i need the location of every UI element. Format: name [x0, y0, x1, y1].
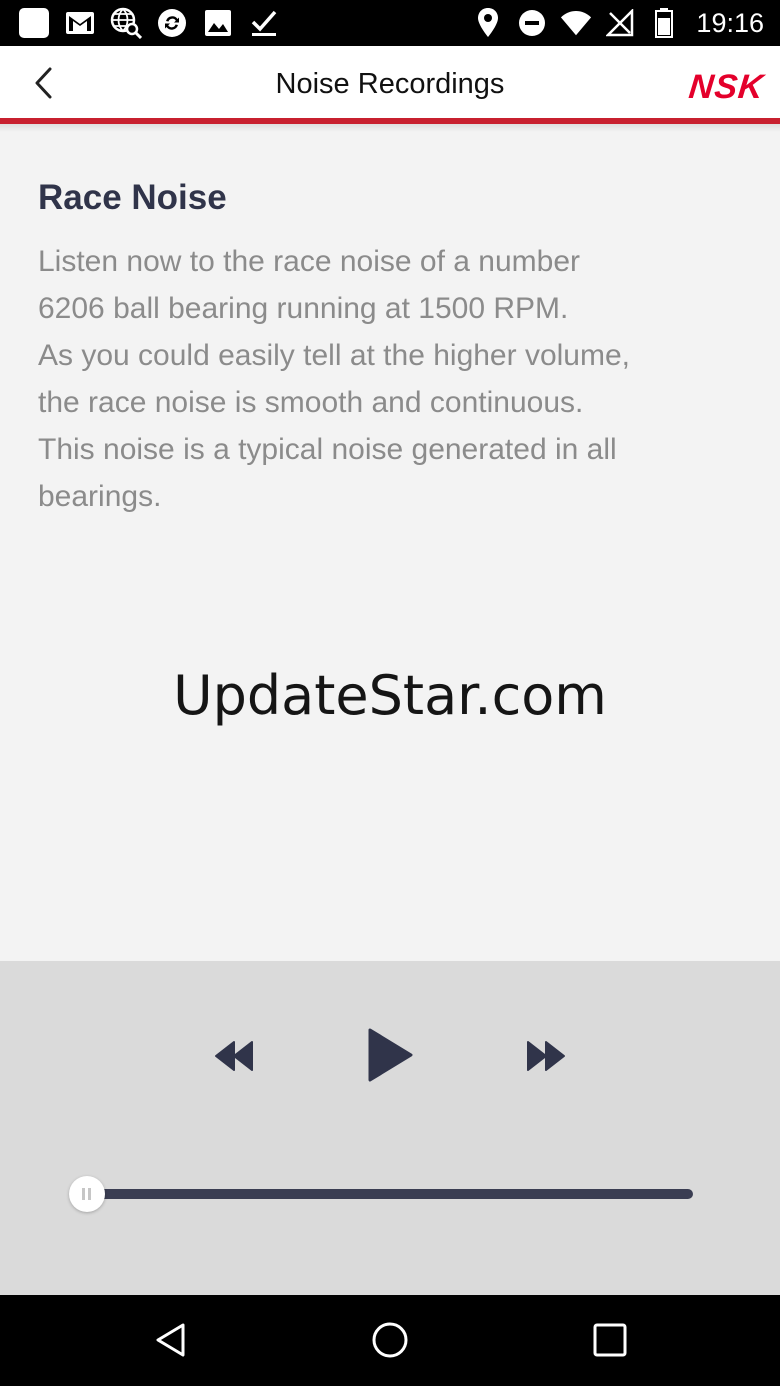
header-shadow	[0, 124, 780, 132]
no-signal-icon	[604, 7, 636, 39]
checkmark-icon	[248, 7, 280, 39]
page-title: Noise Recordings	[275, 68, 505, 100]
location-icon	[472, 7, 504, 39]
nav-home-button[interactable]	[370, 1320, 410, 1360]
system-icons: 19:16	[472, 7, 764, 39]
fast-forward-icon	[527, 1041, 565, 1071]
image-icon	[202, 7, 234, 39]
sync-icon	[156, 7, 188, 39]
status-bar: 19:16	[0, 0, 780, 46]
watermark-text: UpdateStar.com	[173, 664, 607, 727]
description-line: This noise is a typical noise generated …	[38, 433, 617, 466]
play-icon	[368, 1028, 413, 1082]
description-line: the race noise is smooth and continuous.	[38, 386, 584, 419]
rewind-icon	[215, 1041, 253, 1071]
nav-recents-button[interactable]	[590, 1320, 630, 1360]
fast-forward-button[interactable]	[526, 1039, 566, 1073]
battery-icon	[648, 7, 680, 39]
home-circle-icon	[372, 1322, 408, 1358]
description-text: Listen now to the race noise of a number…	[38, 238, 738, 520]
web-search-icon	[110, 7, 142, 39]
play-button[interactable]	[366, 1027, 414, 1083]
recents-square-icon	[593, 1323, 627, 1357]
description-line: bearings.	[38, 480, 162, 513]
gmail-icon	[64, 7, 96, 39]
wifi-icon	[560, 7, 592, 39]
back-triangle-icon	[156, 1323, 185, 1357]
app-square-icon	[18, 7, 50, 39]
description-line: 6206 ball bearing running at 1500 RPM.	[38, 292, 569, 325]
seek-bar-track[interactable]	[86, 1189, 693, 1199]
do-not-disturb-icon	[516, 7, 548, 39]
navigation-bar	[0, 1295, 780, 1386]
audio-player	[0, 961, 780, 1295]
description-line: Listen now to the race noise of a number	[38, 245, 580, 278]
description-line: As you could easily tell at the higher v…	[38, 339, 630, 372]
nav-back-button[interactable]	[152, 1320, 192, 1360]
drag-handle-icon	[82, 1188, 92, 1200]
notification-icons	[18, 7, 280, 39]
section-heading: Race Noise	[38, 178, 227, 217]
seek-bar-thumb[interactable]	[69, 1176, 105, 1212]
rewind-button[interactable]	[214, 1039, 254, 1073]
clock-time: 19:16	[696, 7, 764, 38]
nsk-logo: NSK	[687, 68, 767, 106]
app-bar: Noise Recordings NSK	[0, 46, 780, 120]
